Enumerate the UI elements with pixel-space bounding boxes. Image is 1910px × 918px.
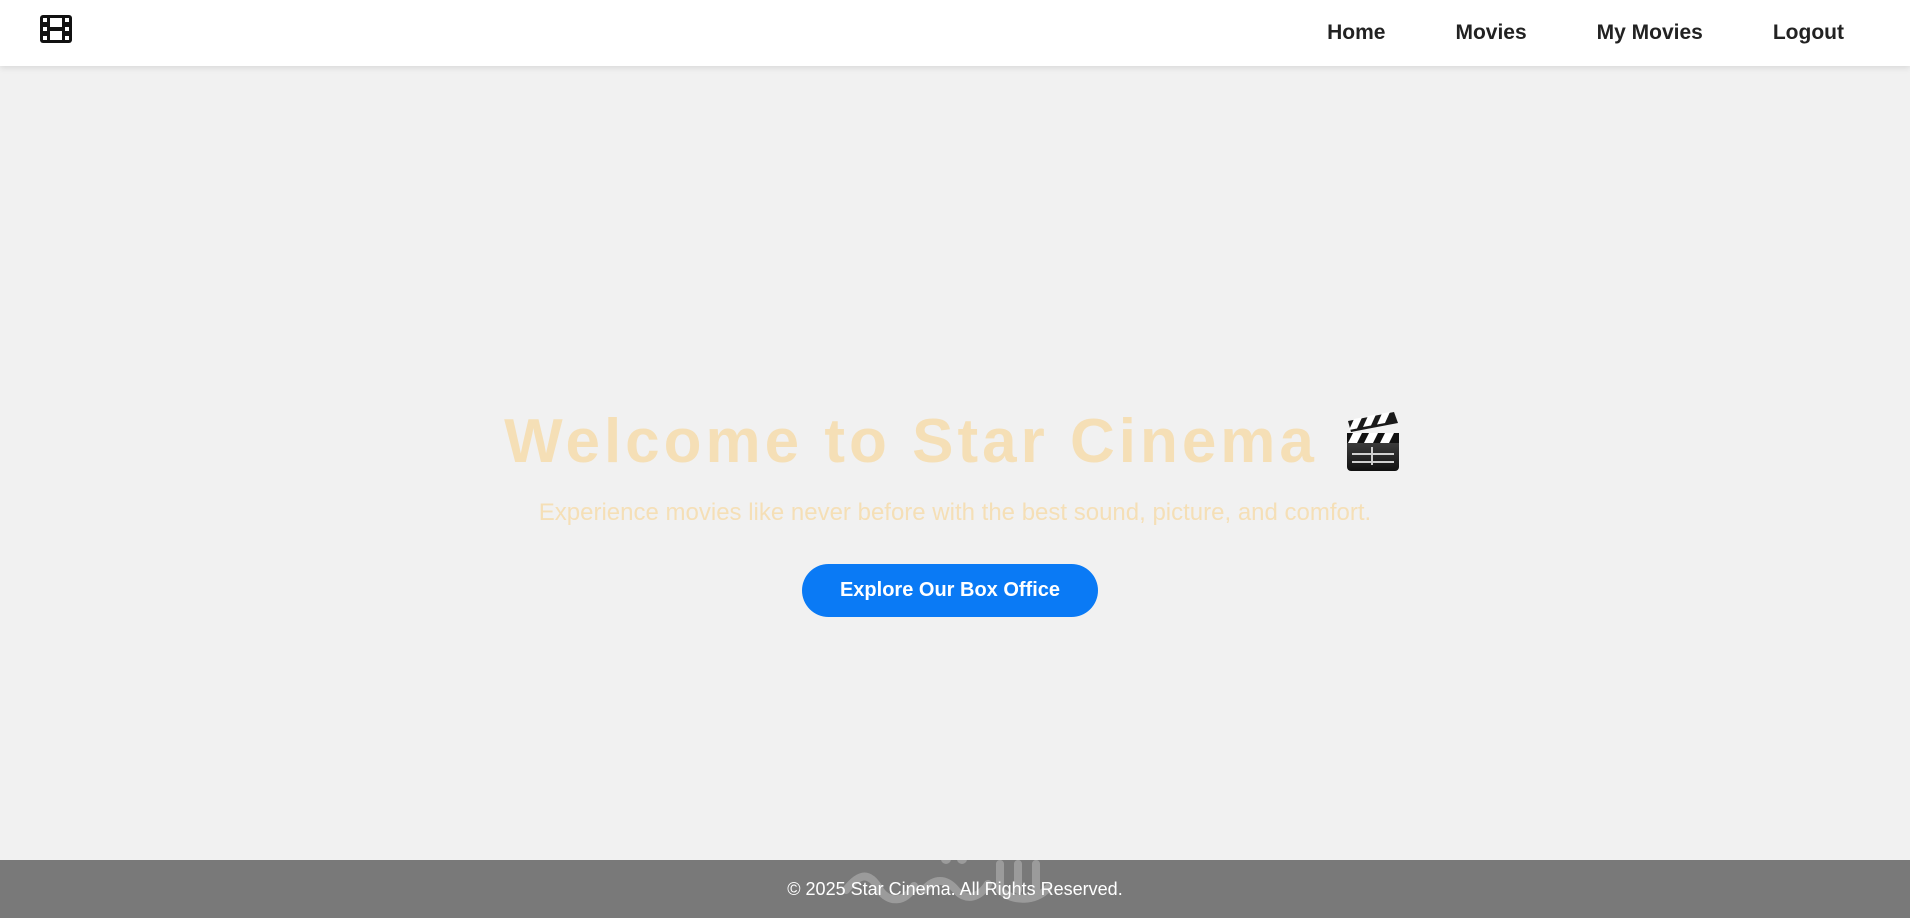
top-navbar: Home Movies My Movies Logout xyxy=(0,0,1910,66)
film-strip-icon[interactable] xyxy=(39,14,73,44)
hero-title-row: Welcome to Star Cinema xyxy=(0,406,1910,477)
copyright-text: © 2025 Star Cinema. All Rights Reserved. xyxy=(787,879,1123,899)
nav-link-home[interactable]: Home xyxy=(1327,21,1385,45)
main-navigation: Home Movies My Movies Logout xyxy=(1257,0,1910,66)
nav-link-movies[interactable]: Movies xyxy=(1455,21,1526,45)
hero-title: Welcome to Star Cinema xyxy=(504,407,1318,476)
site-footer: © 2025 Star Cinema. All Rights Reserved. xyxy=(0,860,1910,918)
nav-link-logout[interactable]: Logout xyxy=(1773,21,1844,45)
nav-link-my-movies[interactable]: My Movies xyxy=(1597,21,1703,45)
clapper-board-icon xyxy=(1346,411,1399,471)
hero-section: Welcome to Star Cinema Experience movies… xyxy=(0,66,1910,860)
explore-box-office-button[interactable]: Explore Our Box Office xyxy=(802,564,1098,617)
hero-subtitle: Experience movies like never before with… xyxy=(538,499,1372,526)
